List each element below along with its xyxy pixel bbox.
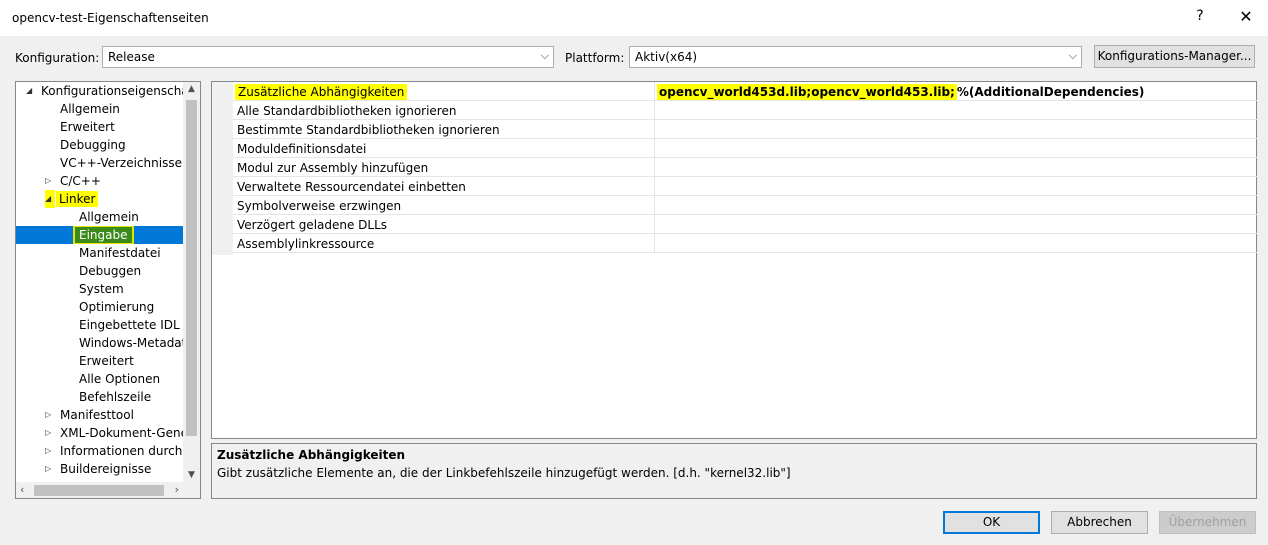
tree-vertical-scrollbar[interactable]: ▲ ▼: [183, 82, 200, 482]
column-divider: [654, 215, 655, 234]
description-title: Zusätzliche Abhängigkeiten: [217, 448, 406, 462]
grid-gutter: [212, 82, 233, 255]
tree-item-eingabe[interactable]: Eingabe: [16, 226, 183, 244]
description-panel: Zusätzliche Abhängigkeiten Gibt zusätzli…: [211, 443, 1257, 499]
tree-item-build-events[interactable]: ▷ Buildereignisse: [16, 460, 183, 478]
config-manager-button[interactable]: Konfigurations-Manager...: [1094, 45, 1255, 68]
tree-item-debugging[interactable]: Debugging: [16, 136, 183, 154]
config-label: Konfiguration:: [15, 51, 100, 65]
tree-item-optimierung[interactable]: Optimierung: [16, 298, 183, 316]
expanded-icon[interactable]: ◢: [45, 190, 55, 208]
collapsed-icon[interactable]: ▷: [45, 460, 55, 478]
chevron-down-icon: ⌵: [1068, 49, 1077, 62]
scrollbar-corner: [183, 482, 200, 498]
property-name: Zusätzliche Abhängigkeiten: [235, 84, 408, 100]
collapsed-icon[interactable]: ▷: [45, 406, 55, 424]
tree-item-system[interactable]: System: [16, 280, 183, 298]
tree-item-xml-doc[interactable]: ▷ XML-Dokument-Generator: [16, 424, 183, 442]
collapsed-icon[interactable]: ▷: [45, 442, 55, 460]
property-grid[interactable]: Zusätzliche Abhängigkeiten opencv_world4…: [211, 81, 1257, 439]
tree-item-command-line[interactable]: Befehlszeile: [16, 388, 183, 406]
collapsed-icon[interactable]: ▷: [45, 424, 55, 442]
config-value: Release: [108, 50, 155, 64]
tree-item-embedded-idl[interactable]: Eingebettete IDL: [16, 316, 183, 334]
column-divider: [654, 82, 655, 101]
property-row[interactable]: Verzögert geladene DLLs: [233, 215, 1257, 234]
tree-item-linker-erweitert[interactable]: Erweitert: [16, 352, 183, 370]
tree-item-linker-allgemein[interactable]: Allgemein: [16, 208, 183, 226]
property-name: Bestimmte Standardbibliotheken ignoriere…: [237, 123, 500, 137]
property-row[interactable]: Bestimmte Standardbibliotheken ignoriere…: [233, 120, 1257, 139]
property-name: Verzögert geladene DLLs: [237, 218, 388, 232]
tree-item-browse-info[interactable]: ▷ Informationen durchsuchen: [16, 442, 183, 460]
property-value[interactable]: opencv_world453d.lib;opencv_world453.lib…: [657, 84, 1144, 100]
tree-item-linker[interactable]: ◢ Linker: [16, 190, 183, 208]
scroll-left-icon[interactable]: ‹: [20, 483, 24, 496]
column-divider: [654, 234, 655, 253]
property-row[interactable]: Verwaltete Ressourcendatei einbetten: [233, 177, 1257, 196]
column-divider: [654, 177, 655, 196]
ok-button[interactable]: OK: [943, 511, 1040, 534]
tree-item-windows-metadata[interactable]: Windows-Metadaten: [16, 334, 183, 352]
property-row[interactable]: Moduldefinitionsdatei: [233, 139, 1257, 158]
property-name: Modul zur Assembly hinzufügen: [237, 161, 429, 175]
column-divider: [654, 158, 655, 177]
apply-button: Übernehmen: [1159, 511, 1256, 534]
property-name: Verwaltete Ressourcendatei einbetten: [237, 180, 466, 194]
tree-item-vc-dirs[interactable]: VC++-Verzeichnisse: [16, 154, 183, 172]
help-button[interactable]: ?: [1190, 8, 1210, 24]
property-row[interactable]: Modul zur Assembly hinzufügen: [233, 158, 1257, 177]
column-divider: [654, 139, 655, 158]
column-divider: [654, 120, 655, 139]
property-row[interactable]: Symbolverweise erzwingen: [233, 196, 1257, 215]
property-name: Assemblylinkressource: [237, 237, 375, 251]
platform-value: Aktiv(x64): [635, 50, 698, 64]
description-text: Gibt zusätzliche Elemente an, die der Li…: [217, 466, 791, 480]
scroll-thumb[interactable]: [186, 100, 197, 436]
scroll-right-icon[interactable]: ›: [175, 483, 179, 496]
tree-root[interactable]: ◢ Konfigurationseigenschaften: [16, 82, 183, 100]
column-divider: [654, 101, 655, 120]
tree-item-allgemein[interactable]: Allgemein: [16, 100, 183, 118]
close-button[interactable]: ✕: [1234, 6, 1258, 28]
tree-item-cpp[interactable]: ▷ C/C++: [16, 172, 183, 190]
chevron-down-icon: ⌵: [540, 49, 549, 62]
property-row[interactable]: Alle Standardbibliotheken ignorieren: [233, 101, 1257, 120]
property-name: Moduldefinitionsdatei: [237, 142, 367, 156]
tree-item-manifestdatei[interactable]: Manifestdatei: [16, 244, 183, 262]
scroll-thumb[interactable]: [34, 485, 164, 496]
tree-item-debuggen[interactable]: Debuggen: [16, 262, 183, 280]
platform-select[interactable]: Aktiv(x64) ⌵: [629, 46, 1082, 68]
config-select[interactable]: Release ⌵: [102, 46, 554, 68]
title-bar: opencv-test-Eigenschaftenseiten ? ✕: [0, 0, 1268, 36]
tree-item-manifesttool[interactable]: ▷ Manifesttool: [16, 406, 183, 424]
property-name: Alle Standardbibliotheken ignorieren: [237, 104, 457, 118]
platform-label: Plattform:: [565, 51, 625, 65]
scroll-up-icon[interactable]: ▲: [183, 84, 200, 94]
tree-item-erweitert[interactable]: Erweitert: [16, 118, 183, 136]
column-divider: [654, 196, 655, 215]
config-tree[interactable]: ◢ Konfigurationseigenschaften Allgemein …: [15, 81, 201, 499]
collapsed-icon[interactable]: ▷: [45, 172, 55, 190]
tree-item-all-options[interactable]: Alle Optionen: [16, 370, 183, 388]
property-row[interactable]: Zusätzliche Abhängigkeiten opencv_world4…: [233, 82, 1257, 101]
window-title: opencv-test-Eigenschaftenseiten: [12, 11, 209, 25]
tree-horizontal-scrollbar[interactable]: ‹ ›: [16, 482, 183, 498]
scroll-down-icon[interactable]: ▼: [183, 470, 200, 480]
property-row[interactable]: Assemblylinkressource: [233, 234, 1257, 253]
expanded-icon[interactable]: ◢: [26, 82, 36, 100]
property-name: Symbolverweise erzwingen: [237, 199, 402, 213]
cancel-button[interactable]: Abbrechen: [1051, 511, 1148, 534]
